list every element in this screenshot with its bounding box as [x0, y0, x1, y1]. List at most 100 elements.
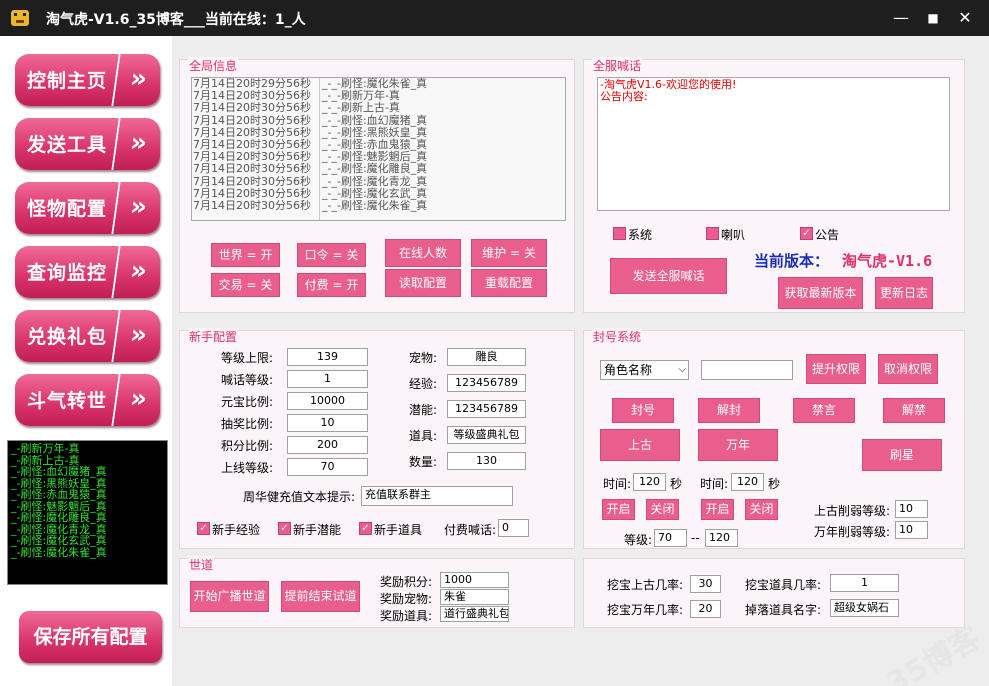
ancient-weaken-input[interactable]: 10: [895, 500, 928, 518]
shout-level-input[interactable]: 1: [287, 370, 368, 388]
online-count-button[interactable]: 在线人数: [385, 239, 461, 267]
ancient-start-button[interactable]: 开启: [602, 499, 635, 520]
ingot-ratio-input[interactable]: 10000: [287, 392, 368, 410]
log-message: _-_-刷新上古-真: [322, 101, 400, 115]
end-trial-path-button[interactable]: 提前结束试道: [281, 581, 360, 612]
log-time: 7月14日20时30分56秒: [193, 199, 311, 212]
log-time: 7月14日20时30分56秒: [193, 186, 311, 200]
close-button[interactable]: ✕: [952, 8, 978, 28]
pet-input[interactable]: 雕良: [447, 348, 526, 366]
dig-item-rate-input[interactable]: 1: [830, 574, 899, 592]
nav-home-button[interactable]: 控制主页 »: [15, 54, 164, 106]
reward-points-input[interactable]: 1000: [440, 572, 509, 588]
nav-query-monitor-button[interactable]: 查询监控 »: [15, 246, 164, 298]
shout-level-label: 喊话等级:: [221, 373, 274, 387]
wannian-time-input[interactable]: 120: [731, 473, 764, 491]
pay-toggle-button[interactable]: 付费 = 开: [297, 273, 366, 297]
dig-item-rate-label: 挖宝道具几率:: [745, 578, 822, 592]
refresh-star-button[interactable]: 刷星: [862, 439, 942, 471]
nav-monster-config-button[interactable]: 怪物配置 »: [15, 182, 164, 234]
level-cap-input[interactable]: 139: [287, 348, 368, 366]
exp-input[interactable]: 123456789: [447, 374, 526, 392]
pay-shout-input[interactable]: 0: [498, 519, 529, 537]
level-separator: --: [691, 531, 700, 545]
console-log[interactable]: _-刷新万年-真 _-刷新上古-真 _-刷怪:血幻魔猪_真 _-刷怪:黑熊妖皇_…: [7, 440, 168, 585]
unban-button[interactable]: 解封: [698, 398, 760, 423]
ban-system-title: 封号系统: [592, 328, 643, 345]
wannian-close-button[interactable]: 关闭: [745, 499, 778, 520]
reward-points-label: 奖励积分:: [380, 575, 433, 589]
raise-permission-button[interactable]: 提升权限: [806, 354, 866, 384]
potential-input[interactable]: 123456789: [447, 400, 526, 418]
nav-gift-exchange-button[interactable]: 兑换礼包 »: [15, 310, 164, 362]
reward-item-input[interactable]: 道行盛典礼包: [440, 606, 509, 622]
mute-button[interactable]: 禁言: [793, 398, 855, 423]
start-broadcast-path-button[interactable]: 开始广播世道: [190, 581, 269, 612]
wannian-weaken-label: 万年削弱等级:: [814, 525, 891, 539]
log-message: _-_-刷怪:魔化玄武_真: [322, 186, 428, 200]
log-time: 7月14日20时30分56秒: [193, 101, 311, 115]
global-log-list[interactable]: 7月14日20时29分56秒 _-_-刷怪:魔化朱雀_真 7月14日20时30分56…: [191, 77, 566, 221]
log-time: 7月14日20时30分56秒: [193, 125, 311, 139]
role-name-input[interactable]: [701, 360, 793, 380]
trade-toggle-button[interactable]: 交易 = 关: [211, 273, 280, 297]
qty-input[interactable]: 130: [447, 452, 526, 470]
read-config-button[interactable]: 读取配置: [385, 269, 461, 297]
world-toggle-button[interactable]: 世界 = 开: [211, 243, 280, 267]
dig-ancient-rate-input[interactable]: 30: [690, 575, 721, 593]
nav-reincarnation-label: 斗气转世: [27, 390, 108, 412]
drop-item-name-input[interactable]: 超级女娲石: [830, 599, 899, 617]
nav-reincarnation-button[interactable]: 斗气转世 »: [15, 374, 164, 426]
version-label: 当前版本：: [754, 252, 830, 270]
level-max-input[interactable]: 120: [705, 529, 738, 547]
system-checkbox-label: 系统: [628, 228, 653, 242]
minimize-button[interactable]: —: [888, 8, 914, 28]
send-broadcast-button[interactable]: 发送全服喊话: [610, 258, 727, 294]
nav-send-tool-button[interactable]: 发送工具 »: [15, 118, 164, 170]
points-ratio-input[interactable]: 200: [287, 436, 368, 454]
reload-config-button[interactable]: 重载配置: [471, 269, 547, 297]
recharge-text-label: 周华健充值文本提示:: [243, 490, 356, 504]
lottery-ratio-input[interactable]: 10: [287, 414, 368, 432]
unmute-button[interactable]: 解禁: [883, 398, 945, 423]
dig-wannian-rate-input[interactable]: 20: [690, 600, 721, 618]
save-all-config-button[interactable]: 保存所有配置: [19, 611, 162, 663]
broadcast-panel: 全服喊话 -淘气虎V1.6-欢迎您的使用! 公告内容: 系统 喇叭 ✓ 公告 发…: [583, 57, 965, 313]
role-name-select[interactable]: 角色名称 ⌵: [600, 360, 689, 380]
system-checkbox[interactable]: [613, 227, 626, 240]
wannian-start-button[interactable]: 开启: [701, 499, 734, 520]
ancient-time-input[interactable]: 120: [633, 473, 666, 491]
newbie-item-checkbox[interactable]: ✓: [359, 522, 372, 535]
seconds-label: 秒: [768, 477, 781, 491]
broadcast-textarea[interactable]: -淘气虎V1.6-欢迎您的使用! 公告内容:: [597, 77, 950, 211]
maximize-button[interactable]: ■: [920, 8, 946, 28]
reward-pet-input[interactable]: 朱雀: [440, 589, 509, 605]
cancel-permission-button[interactable]: 取消权限: [878, 354, 938, 384]
wannian-button[interactable]: 万年: [698, 429, 778, 461]
get-latest-version-button[interactable]: 获取最新版本: [778, 277, 863, 309]
notice-checkbox-label: 公告: [815, 228, 840, 242]
ban-button[interactable]: 封号: [612, 398, 674, 423]
dig-treasure-panel: 挖宝上古几率: 30 挖宝万年几率: 20 挖宝道具几率: 1 掉落道具名字: …: [583, 558, 965, 628]
notice-checkbox[interactable]: ✓: [800, 227, 813, 240]
wannian-weaken-input[interactable]: 10: [895, 521, 928, 539]
pay-shout-label: 付费喊话:: [444, 523, 497, 537]
pet-label: 宠物:: [409, 351, 438, 365]
online-level-label: 上线等级:: [221, 461, 274, 475]
ancient-close-button[interactable]: 关闭: [646, 499, 679, 520]
password-toggle-button[interactable]: 口令 = 关: [297, 243, 366, 267]
ancient-button[interactable]: 上古: [600, 429, 680, 461]
item-input[interactable]: 等级盛典礼包: [447, 426, 526, 444]
newbie-exp-checkbox[interactable]: ✓: [197, 522, 210, 535]
nav-gift-exchange-label: 兑换礼包: [27, 326, 108, 348]
online-level-input[interactable]: 70: [287, 458, 368, 476]
broadcast-title: 全服喊话: [592, 57, 643, 74]
update-log-button[interactable]: 更新日志: [875, 277, 933, 309]
newbie-potential-checkbox[interactable]: ✓: [278, 522, 291, 535]
double-arrow-icon: »: [111, 182, 164, 234]
horn-checkbox[interactable]: [706, 227, 719, 240]
level-min-input[interactable]: 70: [654, 529, 687, 547]
potential-label: 潜能:: [409, 403, 438, 417]
maintain-toggle-button[interactable]: 维护 = 关: [471, 239, 547, 267]
recharge-text-input[interactable]: 充值联系群主: [361, 486, 513, 506]
